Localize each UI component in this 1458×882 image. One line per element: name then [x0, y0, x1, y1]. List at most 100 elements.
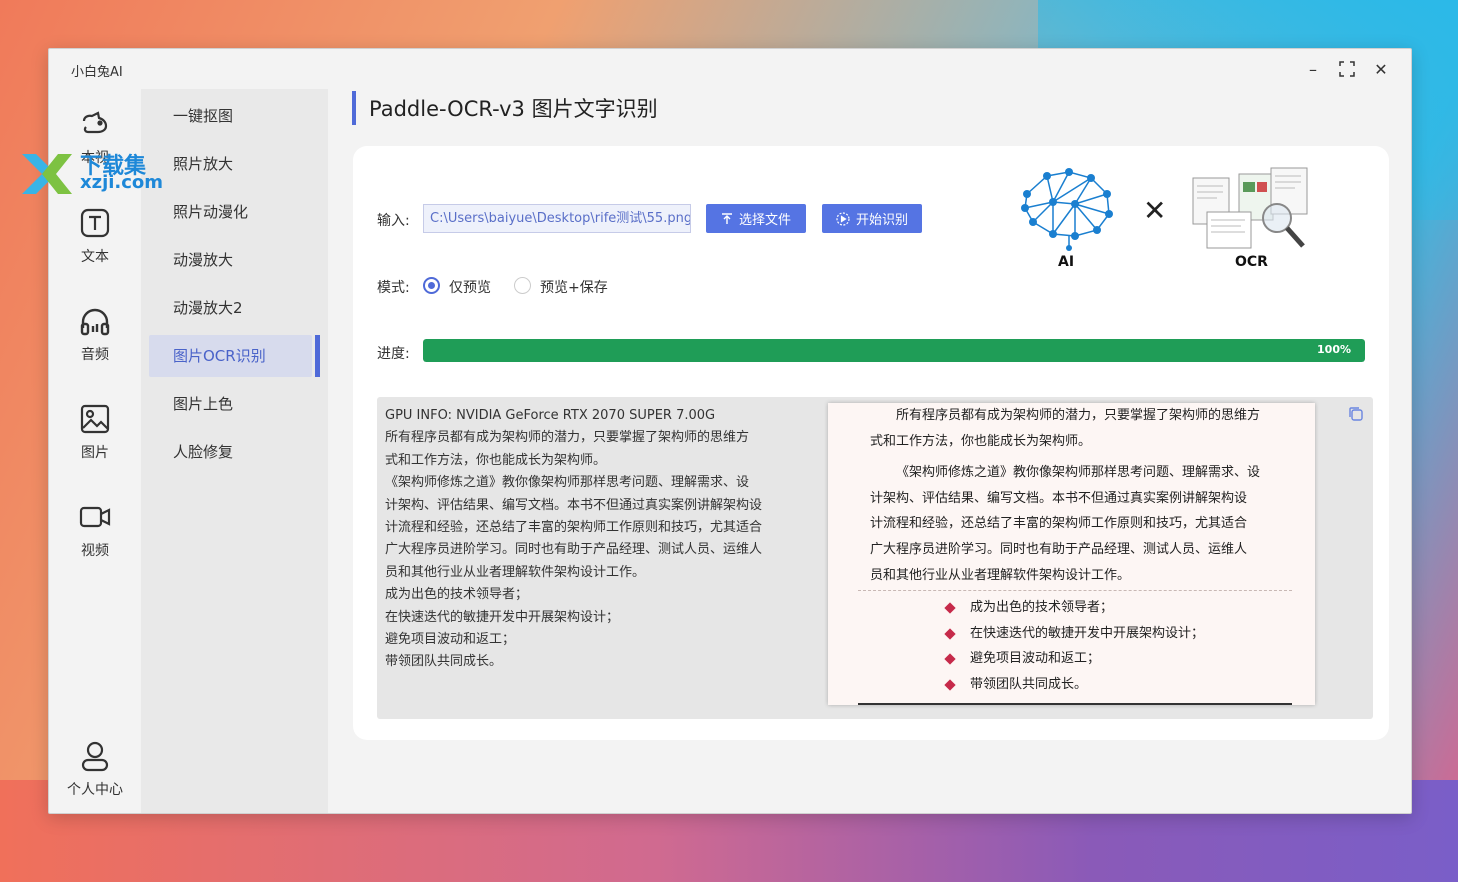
preview-line: 计架构、评估结果、编写文档。本书不但通过真实案例讲解架构设	[870, 490, 1248, 506]
cat-icon	[82, 111, 108, 134]
file-path-input[interactable]: C:\Users\baiyue\Desktop\rife测试\55.png	[423, 204, 691, 233]
ai-logo-text: AI	[1058, 254, 1075, 270]
preview-line: 所有程序员都有成为架构师的潜力，只要掌握了架构师的思维方	[896, 408, 1261, 423]
result-line: 广大程序员进阶学习。同时也有助于产品经理、测试人员、运维人	[385, 542, 763, 558]
nav-label: 音频	[81, 347, 109, 363]
mode-preview-save-radio[interactable]	[514, 277, 531, 294]
result-line: 避免项目波动和返工；	[385, 632, 516, 648]
ocr-documents-icon	[1192, 167, 1308, 249]
result-text[interactable]: GPU INFO: NVIDIA GeForce RTX 2070 SUPER …	[385, 405, 805, 674]
mode-preview-only-label[interactable]: 仅预览	[449, 277, 491, 297]
expand-icon	[1339, 61, 1355, 77]
nav-label: 文本	[81, 249, 109, 265]
preview-bullet-text: 避免项目波动和返工；	[970, 651, 1101, 667]
preview-divider	[858, 590, 1292, 591]
preview-bullet: 避免项目波动和返工；	[944, 646, 1204, 672]
active-indicator	[315, 335, 320, 377]
result-line: 计架构、评估结果、编写文档。本书不但通过真实案例讲解架构设	[385, 497, 763, 513]
result-line: 《架构师修炼之道》教你像架构师那样思考问题、理解需求、设	[385, 475, 750, 491]
result-line: 所有程序员都有成为架构师的潜力，只要掌握了架构师的思维方	[385, 430, 750, 446]
video-camera-icon	[79, 506, 111, 528]
result-line: 员和其他行业从业者理解软件架构设计工作。	[385, 564, 646, 580]
close-button[interactable]: ✕	[1369, 57, 1393, 81]
nav-item-text[interactable]: 文本	[49, 206, 141, 266]
app-window: 小白兔AI – ✕ 本视 文本 音频 图片 视频 个人中心 一键抠图 照片放大 …	[48, 48, 1412, 814]
mode-preview-save-label[interactable]: 预览+保存	[540, 277, 608, 297]
minimize-button[interactable]: –	[1301, 57, 1325, 81]
preview-image: 所有程序员都有成为架构师的潜力，只要掌握了架构师的思维方式和工作方法，你也能成长…	[828, 403, 1315, 705]
user-center-label: 个人中心	[67, 782, 123, 798]
preview-paragraph-2: 《架构师修炼之道》教你像架构师那样思考问题、理解需求、设计架构、评估结果、编写文…	[870, 460, 1290, 589]
result-line: GPU INFO: NVIDIA GeForce RTX 2070 SUPER …	[385, 408, 716, 423]
subnav-item-anime-upscale[interactable]: 动漫放大	[149, 239, 312, 281]
preview-bullet: 成为出色的技术领导者；	[944, 595, 1204, 621]
ocr-card: 输入: C:\Users\baiyue\Desktop\rife测试\55.pn…	[353, 146, 1389, 740]
upload-icon	[721, 212, 732, 224]
subnav-item-face-restore[interactable]: 人脸修复	[149, 431, 312, 473]
subnav-item-photo-upscale[interactable]: 照片放大	[149, 143, 312, 185]
progress-bar: 100%	[423, 339, 1365, 362]
subnav-panel: 一键抠图 照片放大 照片动漫化 动漫放大 动漫放大2 图片OCR识别 图片上色 …	[141, 89, 328, 813]
start-label: 开始识别	[855, 213, 908, 228]
result-line: 成为出色的技术领导者；	[385, 587, 529, 603]
nav-item-image[interactable]: 图片	[49, 402, 141, 462]
select-file-button[interactable]: 选择文件	[706, 204, 806, 233]
preview-bullet: 在快速迭代的敏捷开发中开展架构设计；	[944, 621, 1205, 647]
preview-bullet-text: 成为出色的技术领导者；	[970, 600, 1114, 615]
nav-rail: 本视 文本 音频 图片 视频 个人中心	[49, 89, 141, 813]
nav-item-audio[interactable]: 音频	[49, 304, 141, 364]
subnav-item-ocr[interactable]: 图片OCR识别	[149, 335, 312, 377]
input-label: 输入:	[377, 213, 410, 229]
preview-line: 《架构师修炼之道》教你像架构师那样思考问题、理解需求、设	[896, 465, 1261, 480]
progress-fill	[423, 339, 1365, 362]
preview-bullet-text: 带领团队共同成长。	[970, 677, 1088, 693]
app-title: 小白兔AI	[71, 65, 123, 80]
result-line: 计流程和经验，还总结了丰富的架构师工作原则和技巧，尤其适合	[385, 520, 763, 536]
times-icon: ✕	[1143, 194, 1167, 227]
subnav-item-photo-anime[interactable]: 照片动漫化	[149, 191, 312, 233]
result-panel: GPU INFO: NVIDIA GeForce RTX 2070 SUPER …	[377, 397, 1373, 719]
preview-line: 员和其他行业从业者理解软件架构设计工作。	[870, 567, 1131, 583]
subnav-item-cutout[interactable]: 一键抠图	[149, 95, 312, 137]
text-t-icon	[80, 208, 110, 238]
preview-bottom-rule	[858, 703, 1292, 705]
result-line: 式和工作方法，你也能成长为架构师。	[385, 452, 607, 468]
copy-icon[interactable]	[1347, 405, 1365, 423]
preview-line: 计流程和经验，还总结了丰富的架构师工作原则和技巧，尤其适合	[870, 516, 1248, 532]
ai-brain-logo-icon	[1021, 168, 1113, 251]
progress-label: 进度:	[377, 346, 410, 362]
nav-label: 视频	[81, 543, 109, 559]
nav-label: 图片	[81, 445, 109, 461]
play-circle-icon	[836, 211, 850, 226]
subnav-item-colorize[interactable]: 图片上色	[149, 383, 312, 425]
title-bar[interactable]: 小白兔AI – ✕	[49, 49, 1411, 89]
preview-paragraph-1: 所有程序员都有成为架构师的潜力，只要掌握了架构师的思维方式和工作方法，你也能成长…	[870, 403, 1290, 454]
user-center[interactable]: 个人中心	[49, 739, 141, 799]
result-line: 带领团队共同成长。	[385, 654, 503, 670]
preview-line: 式和工作方法，你也能成长为架构师。	[870, 433, 1092, 449]
diamond-bullet-icon	[944, 627, 956, 640]
maximize-button[interactable]	[1335, 57, 1359, 81]
diamond-bullet-icon	[944, 653, 956, 665]
nav-item-video[interactable]: 视频	[49, 500, 141, 560]
ocr-logo-text: OCR	[1235, 254, 1268, 270]
watermark-url: xzji.com	[80, 172, 164, 193]
diamond-bullet-icon	[944, 602, 956, 614]
progress-text: 100%	[1317, 343, 1351, 356]
page-title: Paddle-OCR-v3 图片文字识别	[369, 97, 658, 121]
subnav-item-anime-upscale-2[interactable]: 动漫放大2	[149, 287, 312, 329]
mode-label: 模式:	[377, 280, 410, 296]
select-file-label: 选择文件	[738, 213, 791, 228]
result-line: 在快速迭代的敏捷开发中开展架构设计；	[385, 609, 620, 625]
mode-preview-only-radio[interactable]	[423, 277, 440, 294]
user-icon	[81, 741, 109, 772]
preview-bullet: 带领团队共同成长。	[944, 672, 1204, 698]
image-icon	[80, 404, 110, 434]
headphones-icon	[80, 308, 110, 336]
heading-accent-bar	[352, 91, 356, 125]
diamond-bullet-icon	[944, 679, 956, 691]
preview-line: 广大程序员进阶学习。同时也有助于产品经理、测试人员、运维人	[870, 542, 1248, 558]
preview-bullet-list: 成为出色的技术领导者； 在快速迭代的敏捷开发中开展架构设计； 避免项目波动和返工； 带…	[944, 595, 1205, 698]
preview-bullet-text: 在快速迭代的敏捷开发中开展架构设计；	[970, 625, 1205, 641]
start-recognition-button[interactable]: 开始识别	[822, 204, 922, 233]
